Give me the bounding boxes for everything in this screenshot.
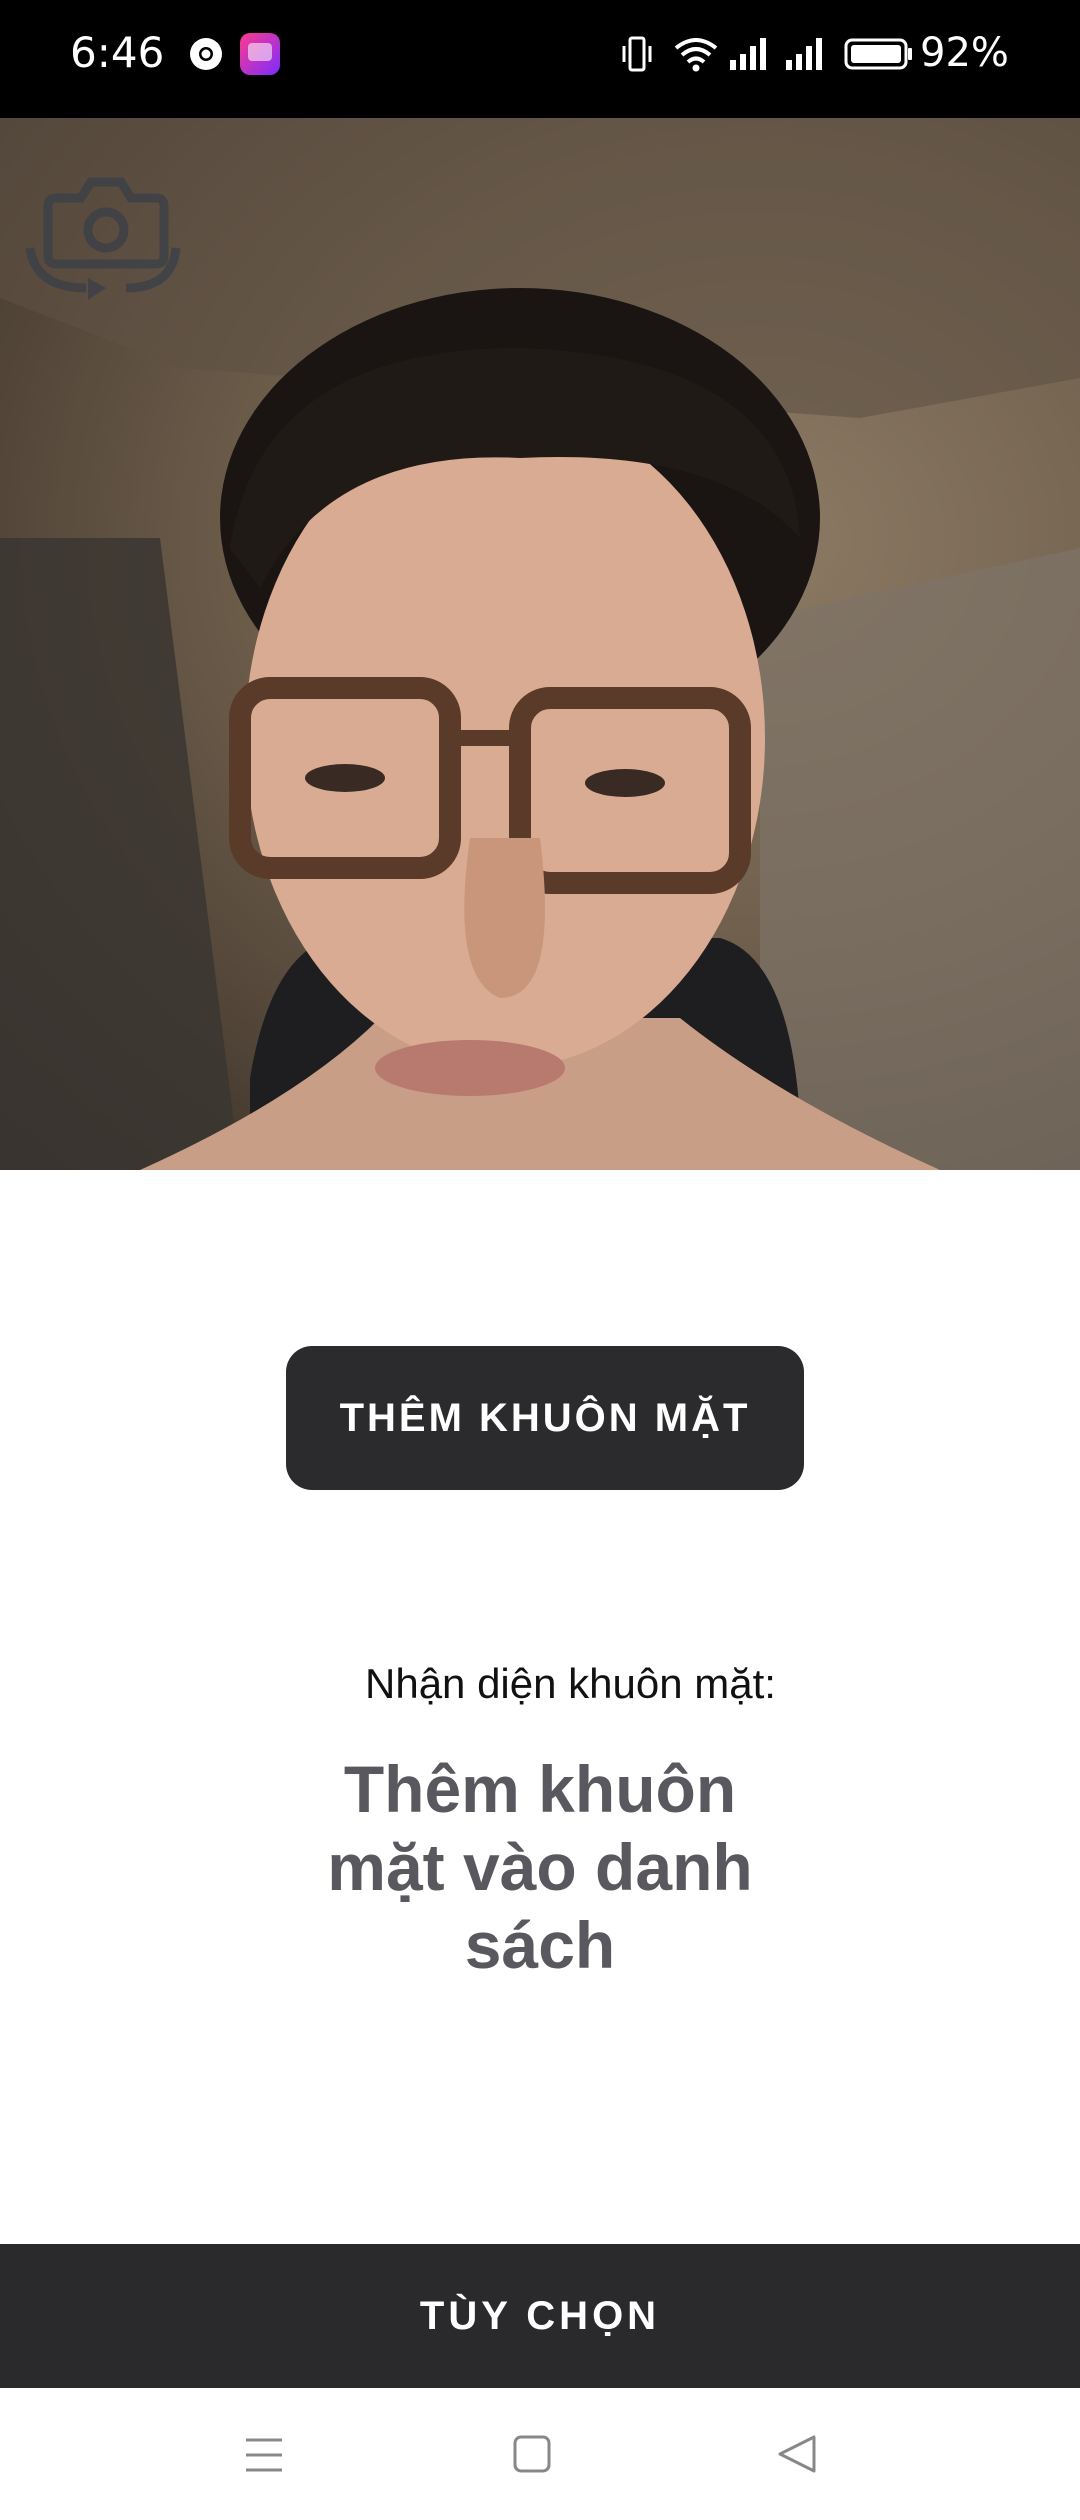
battery-icon: [844, 38, 912, 70]
back-icon[interactable]: [776, 2434, 818, 2474]
signal-icon: [730, 38, 766, 70]
app-notification-icon: [240, 33, 280, 75]
menu-icon[interactable]: [244, 2436, 284, 2474]
vibrate-icon: [622, 36, 652, 72]
battery-percentage: 92%: [920, 30, 1009, 76]
wifi-icon: [674, 38, 718, 72]
camera-preview: [0, 118, 1080, 1170]
recognition-result: Thêm khuôn mặt vào danh sách: [327, 1752, 753, 1982]
signal-icon: [786, 38, 822, 70]
recognition-label: Nhận diện khuôn mặt:: [365, 1660, 776, 1707]
options-button[interactable]: TÙY CHỌN: [0, 2244, 1080, 2388]
status-time: 6:46: [70, 28, 165, 77]
home-icon[interactable]: [512, 2434, 552, 2474]
add-face-button[interactable]: THÊM KHUÔN MẶT: [286, 1346, 804, 1490]
camera-switch-icon[interactable]: [16, 138, 186, 308]
status-bar: 6:46 92%: [0, 0, 1080, 118]
chrome-icon: [190, 38, 222, 70]
